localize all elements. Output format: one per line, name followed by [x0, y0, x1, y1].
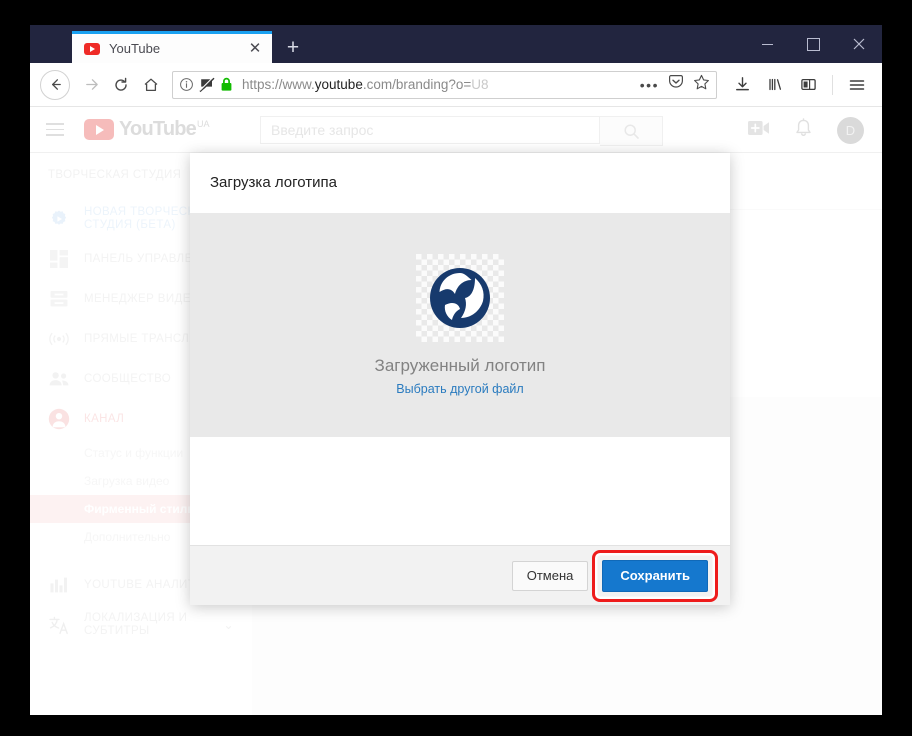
- dialog-footer: Отмена Сохранить: [190, 545, 730, 605]
- home-button[interactable]: [136, 70, 166, 100]
- youtube-header: YouTube UA Введите запрос D: [30, 107, 882, 153]
- bell-icon[interactable]: [794, 117, 813, 143]
- search-placeholder: Введите запрос: [271, 122, 374, 138]
- pocket-icon[interactable]: [668, 74, 684, 95]
- url-tail: U8: [471, 77, 489, 92]
- padlock-icon[interactable]: [220, 77, 233, 92]
- youtube-menu-icon[interactable]: [46, 123, 64, 136]
- forward-button[interactable]: [76, 70, 106, 100]
- screen: YouTube ✕ + https://www.youtube.com/bran…: [0, 0, 912, 736]
- avatar[interactable]: D: [837, 116, 864, 144]
- url-scheme: https://www.: [242, 77, 315, 92]
- tab-bar: YouTube ✕ +: [30, 25, 882, 63]
- search-input[interactable]: Введите запрос: [260, 116, 600, 144]
- page-content: YouTube UA Введите запрос D Загрузка лог…: [30, 107, 882, 715]
- uploaded-logo-image: [430, 268, 490, 328]
- choose-other-file-link[interactable]: Выбрать другой файл: [396, 382, 523, 396]
- tracking-protection-icon[interactable]: [199, 76, 215, 93]
- url-host: youtube: [314, 77, 363, 92]
- star-icon[interactable]: [693, 74, 710, 96]
- library-icon[interactable]: [760, 70, 790, 100]
- dialog-title: Загрузка логотипа: [190, 153, 730, 213]
- youtube-logo-country: UA: [196, 119, 210, 129]
- youtube-logo-text: YouTube: [119, 118, 197, 140]
- cancel-button[interactable]: Отмена: [511, 560, 589, 591]
- youtube-play-icon: [84, 119, 114, 140]
- close-window-button[interactable]: [836, 25, 882, 63]
- toolbar-divider: [832, 74, 833, 95]
- address-bar-actions: •••: [640, 74, 710, 96]
- reload-button[interactable]: [106, 70, 136, 100]
- tab-title: YouTube: [109, 41, 161, 56]
- uploaded-logo-thumbnail: [416, 254, 504, 342]
- save-button-wrapper: Сохранить: [592, 549, 718, 602]
- dialog-body-spacer: [190, 437, 730, 545]
- toolbar-end-buttons: [727, 70, 872, 100]
- minimize-button[interactable]: [744, 25, 790, 63]
- download-icon[interactable]: [727, 70, 757, 100]
- search-icon: [623, 123, 639, 139]
- youtube-body: ТВОРЧЕСКАЯ СТУДИЯ НОВАЯ ТВОРЧЕСКАЯ СТУДИ…: [30, 153, 882, 715]
- logo-drop-area[interactable]: Загруженный логотип Выбрать другой файл: [190, 213, 730, 437]
- navigation-toolbar: https://www.youtube.com/branding?o=U8 ••…: [30, 63, 882, 107]
- window-controls: [744, 25, 882, 63]
- drop-area-label: Загруженный логотип: [374, 356, 546, 375]
- upload-logo-dialog: Загрузка логотипа Загруженный логотип Вы…: [190, 153, 730, 605]
- address-bar[interactable]: https://www.youtube.com/branding?o=U8 ••…: [172, 70, 717, 99]
- sidebar-icon[interactable]: [793, 70, 823, 100]
- ellipsis-icon[interactable]: •••: [640, 78, 659, 92]
- youtube-logo[interactable]: YouTube UA: [84, 119, 210, 140]
- url-text: https://www.youtube.com/branding?o=U8: [242, 77, 634, 92]
- video-camera-add-icon[interactable]: [748, 120, 770, 141]
- new-tab-button[interactable]: +: [282, 37, 304, 59]
- hamburger-menu-icon[interactable]: [842, 70, 872, 100]
- url-path: .com/branding?o=: [362, 77, 472, 92]
- save-button[interactable]: Сохранить: [602, 559, 708, 592]
- info-circle-icon[interactable]: [179, 77, 194, 92]
- search-button[interactable]: [600, 116, 663, 146]
- back-button[interactable]: [40, 69, 70, 100]
- close-tab-icon[interactable]: ✕: [246, 40, 264, 58]
- youtube-favicon-icon: [84, 42, 100, 55]
- maximize-button[interactable]: [790, 25, 836, 63]
- browser-tab-youtube[interactable]: YouTube ✕: [72, 31, 272, 63]
- browser-window: YouTube ✕ + https://www.youtube.com/bran…: [30, 25, 882, 715]
- youtube-header-actions: D: [748, 107, 864, 153]
